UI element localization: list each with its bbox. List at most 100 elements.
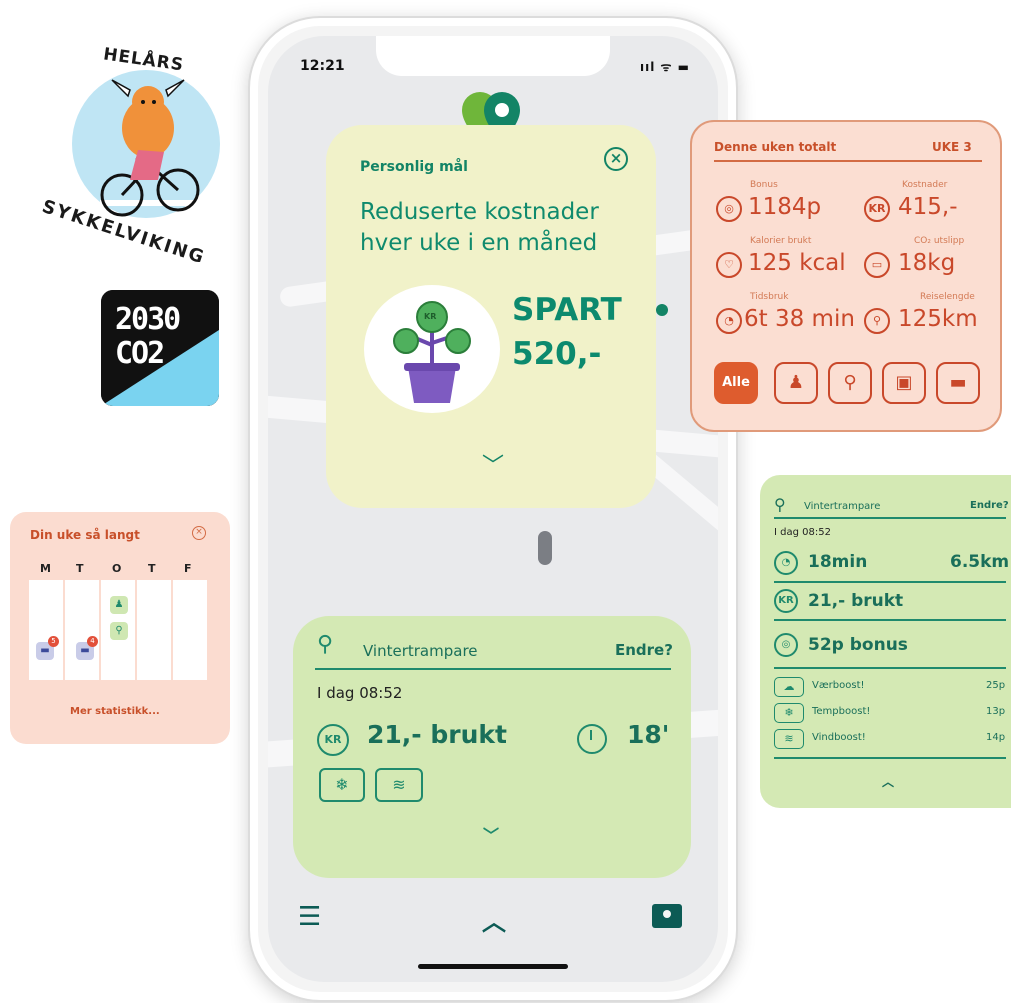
week-so-far-panel: Din uke så langt × M T O T F ▬ 5 ▬ 4 ♟ ⚲… bbox=[10, 512, 230, 744]
trip-card[interactable]: ⚲ Vintertrampare Endre? I dag 08:52 KR 2… bbox=[293, 616, 691, 878]
walk-icon[interactable]: ♟ bbox=[774, 362, 818, 404]
personal-goal-card: Personlig mål × Reduserte kostnader hver… bbox=[326, 125, 656, 508]
clock-hand bbox=[590, 730, 592, 740]
kr-icon: KR bbox=[317, 724, 349, 756]
divider bbox=[714, 160, 982, 162]
location-icon: ⚲ bbox=[864, 308, 890, 334]
divider bbox=[315, 668, 671, 670]
day-column bbox=[173, 580, 207, 680]
stat-label: Kalorier brukt bbox=[750, 236, 812, 246]
chevron-down-icon[interactable]: ﹀ bbox=[483, 822, 499, 846]
trip-count-badge: 4 bbox=[87, 636, 98, 647]
divider bbox=[774, 757, 1006, 759]
trip-timestamp: I dag 08:52 bbox=[317, 684, 403, 702]
walk-trip-icon[interactable]: ♟ bbox=[110, 596, 128, 614]
bus-icon[interactable]: ▣ bbox=[882, 362, 926, 404]
money-plant-illustration: KR bbox=[364, 285, 500, 413]
co2-badge-year: 2030 bbox=[115, 302, 181, 337]
goal-title: Personlig mål bbox=[360, 159, 468, 175]
map-lake bbox=[538, 531, 552, 565]
bonus-icon: ◎ bbox=[774, 633, 798, 657]
stat-value: 125km bbox=[898, 306, 978, 332]
boost-points: 13p bbox=[986, 706, 1006, 717]
money-plant-icon bbox=[393, 301, 471, 403]
boost-points: 25p bbox=[986, 680, 1006, 691]
wind-boost-icon: ≋ bbox=[774, 729, 804, 749]
temperature-boost-icon: ❄ bbox=[774, 703, 804, 723]
weather-boost-icon: ☁ bbox=[774, 677, 804, 697]
divider bbox=[774, 619, 1006, 621]
map-location-marker[interactable] bbox=[656, 304, 668, 316]
wind-boost-icon: ≋ bbox=[375, 768, 423, 802]
transport-name: Vintertrampare bbox=[804, 501, 881, 512]
trip-count-badge: 5 bbox=[48, 636, 59, 647]
chevron-up-icon[interactable]: ︿ bbox=[482, 902, 506, 937]
chevron-up-icon[interactable]: ︿ bbox=[882, 773, 894, 790]
trip-duration: 18min bbox=[808, 552, 868, 572]
stat-label: Tidsbruk bbox=[750, 292, 789, 302]
day-label: T bbox=[148, 562, 156, 575]
day-label: F bbox=[184, 562, 192, 575]
day-column bbox=[137, 580, 171, 680]
stat-label: Kostnader bbox=[902, 180, 948, 190]
week-number: UKE 3 bbox=[932, 140, 972, 154]
divider bbox=[774, 517, 1006, 519]
totals-title: Denne uken totalt bbox=[714, 140, 837, 154]
trip-bonus: 52p bonus bbox=[808, 635, 908, 655]
stat-label: Reiselengde bbox=[920, 292, 975, 302]
bonus-icon: ◎ bbox=[716, 196, 742, 222]
co2-badge: 2030 CO2 bbox=[101, 290, 219, 406]
trip-timestamp: I dag 08:52 bbox=[774, 527, 831, 538]
profile-head bbox=[663, 910, 671, 918]
bike-trip-icon[interactable]: ⚲ bbox=[110, 622, 128, 640]
stat-value: 125 kcal bbox=[748, 250, 846, 276]
plant-coin-label: KR bbox=[424, 312, 437, 321]
kr-icon: KR bbox=[774, 589, 798, 613]
savings-label: SPART bbox=[512, 292, 622, 328]
home-indicator bbox=[418, 964, 568, 969]
co2-badge-label: CO2 bbox=[115, 336, 165, 371]
day-label: M bbox=[40, 562, 51, 575]
week-panel-title: Din uke så langt bbox=[30, 528, 140, 542]
divider bbox=[774, 667, 1006, 669]
bike-icon: ⚲ bbox=[774, 495, 786, 514]
heart-icon: ♡ bbox=[716, 252, 742, 278]
phone-notch bbox=[376, 36, 610, 76]
bike-icon[interactable]: ⚲ bbox=[828, 362, 872, 404]
kr-icon: KR bbox=[864, 196, 890, 222]
profile-folder-icon[interactable] bbox=[652, 904, 682, 928]
temperature-boost-icon: ❄ bbox=[319, 768, 365, 802]
bike-icon: ⚲ bbox=[317, 632, 334, 657]
stat-value: 18kg bbox=[898, 250, 956, 276]
more-stats-link[interactable]: Mer statistikk... bbox=[70, 706, 160, 717]
clock-icon: ◔ bbox=[716, 308, 742, 334]
week-panel-close-icon[interactable]: × bbox=[192, 526, 206, 540]
list-menu-icon[interactable]: ☰ bbox=[298, 904, 321, 930]
close-icon[interactable]: × bbox=[604, 147, 628, 171]
stat-label: Bonus bbox=[750, 180, 778, 190]
boost-points: 14p bbox=[986, 732, 1006, 743]
status-icons: ııl ᯤ ▬ bbox=[640, 60, 690, 74]
edit-transport-link[interactable]: Endre? bbox=[970, 500, 1009, 511]
boost-label: Tempboost! bbox=[812, 706, 871, 717]
divider bbox=[774, 581, 1006, 583]
status-time: 12:21 bbox=[300, 58, 345, 74]
edit-transport-link[interactable]: Endre? bbox=[615, 641, 673, 659]
transport-name: Vintertrampare bbox=[363, 642, 478, 660]
boost-label: Værboost! bbox=[812, 680, 865, 691]
car-icon[interactable]: ▬ bbox=[936, 362, 980, 404]
stat-value: 415,- bbox=[898, 194, 958, 220]
trip-cost: 21,- brukt bbox=[808, 591, 904, 611]
co2-icon: ▭ bbox=[864, 252, 890, 278]
mode-filter-all[interactable]: Alle bbox=[714, 362, 758, 404]
boost-label: Vindboost! bbox=[812, 732, 866, 743]
day-column bbox=[65, 580, 99, 680]
chevron-down-icon[interactable]: ﹀ bbox=[482, 448, 504, 480]
savings-value: 520,- bbox=[512, 336, 602, 372]
day-label: T bbox=[76, 562, 84, 575]
goal-description: Reduserte kostnader hver uke i en måned bbox=[360, 199, 599, 256]
clock-icon bbox=[577, 724, 607, 754]
trip-cost: 21,- brukt bbox=[367, 720, 507, 749]
stat-value: 6t 38 min bbox=[744, 306, 855, 332]
week-totals-panel: Denne uken totalt UKE 3 Bonus ◎ 1184p Ko… bbox=[690, 120, 1002, 432]
